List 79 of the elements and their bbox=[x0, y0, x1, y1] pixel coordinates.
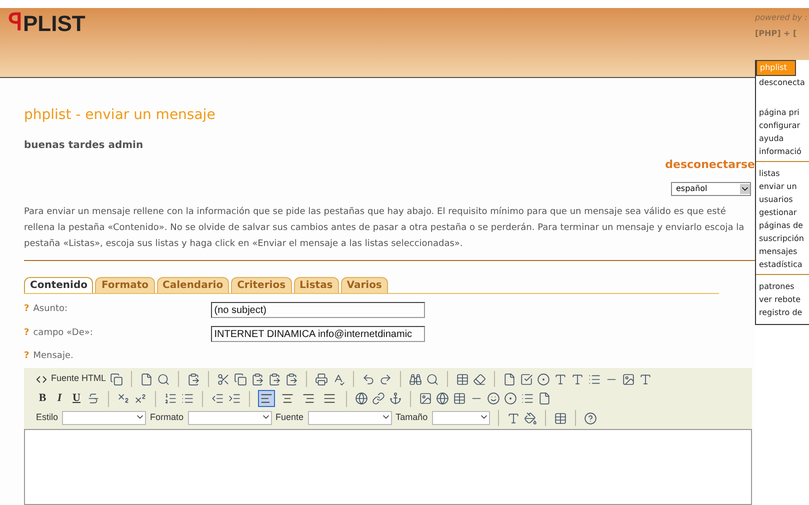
sidebar-link[interactable]: estadística bbox=[759, 258, 809, 271]
copy-icon[interactable] bbox=[234, 372, 248, 386]
sidebar-link[interactable]: ver rebote bbox=[759, 293, 809, 306]
greeting-text: buenas tardes admin bbox=[24, 139, 144, 153]
tab[interactable]: Listas bbox=[294, 276, 339, 292]
field-label: campo «De»: bbox=[33, 326, 94, 340]
align-justify-icon bbox=[323, 392, 336, 405]
logo-text: PLIST bbox=[23, 10, 86, 38]
subscript-icon[interactable] bbox=[117, 392, 130, 405]
cut-icon[interactable] bbox=[217, 372, 230, 386]
align-left-button[interactable] bbox=[258, 390, 275, 407]
tab[interactable]: Varios bbox=[340, 276, 388, 292]
format-button[interactable]: I bbox=[53, 390, 66, 407]
image-icon[interactable] bbox=[419, 392, 432, 405]
dropdown-label: Fuente bbox=[276, 411, 304, 424]
dropdown-arrow-icon bbox=[740, 184, 750, 194]
print-icon[interactable] bbox=[315, 372, 328, 386]
source-button[interactable]: Fuente HTML bbox=[36, 372, 106, 386]
smiley-icon[interactable] bbox=[487, 392, 500, 405]
format-button[interactable]: B bbox=[36, 390, 49, 407]
align-center-icon bbox=[281, 392, 294, 405]
sidebar-link[interactable]: informació bbox=[759, 145, 809, 158]
checkbox-icon[interactable] bbox=[520, 372, 534, 386]
sidebar-link[interactable]: enviar un bbox=[759, 180, 809, 193]
text-input-field[interactable]: INTERNET DINAMICA info@internetdinamic bbox=[211, 326, 426, 342]
globe-icon[interactable] bbox=[355, 392, 368, 405]
help-icon[interactable] bbox=[584, 412, 597, 424]
dropdown-label: Tamaño bbox=[396, 411, 428, 424]
sidebar-link[interactable]: registro de bbox=[759, 306, 809, 319]
undo-icon[interactable] bbox=[362, 372, 376, 386]
page-title: phplist - enviar un mensaje bbox=[24, 106, 216, 125]
code-icon bbox=[36, 374, 47, 384]
spellcheck-icon[interactable] bbox=[332, 372, 346, 386]
eraser-icon[interactable] bbox=[473, 372, 486, 386]
powered-by-tags: [PHP] + [ bbox=[755, 28, 809, 40]
copy-icon[interactable] bbox=[110, 372, 124, 386]
language-select[interactable]: español bbox=[671, 182, 751, 196]
tab[interactable]: Criterios bbox=[231, 276, 292, 292]
tab[interactable]: Contenido bbox=[24, 276, 94, 292]
tab[interactable]: Calendario bbox=[156, 276, 230, 292]
dropdown-label: Formato bbox=[150, 411, 184, 424]
strikethrough-icon[interactable] bbox=[87, 392, 100, 405]
sidebar-link[interactable]: mensajes bbox=[759, 245, 809, 258]
powered-by-text: powered by : bbox=[755, 12, 808, 24]
superscript-icon[interactable] bbox=[134, 392, 147, 405]
editor-area[interactable] bbox=[24, 429, 752, 505]
sidebar-link[interactable]: página pri bbox=[759, 106, 809, 119]
align-left-icon bbox=[260, 392, 273, 405]
sidebar-link[interactable]: desconecta bbox=[759, 76, 809, 89]
dropdown-label: Estilo bbox=[36, 411, 58, 424]
intro-paragraph: Para enviar un mensaje rellene con la información que se pide las pestañas que hay abajo. El requisito mínimo para que un mensaje sea válido es que esté rellena la pestaña «Contenido». No se olvide de salvar sus cambios antes de pasar a otra pestaña o se perderán. Para terminar un mensaje y enviarlo escoja la pestaña «Listas», escoja sus listas y haga click en «Enviar el mensaje a las listas seleccionadas». bbox=[24, 206, 746, 250]
sidebar-title: phplist bbox=[756, 60, 796, 76]
outdent-icon[interactable] bbox=[211, 392, 224, 405]
sidebar-link[interactable]: usuarios bbox=[759, 193, 809, 206]
logo-mark: ꟼ bbox=[8, 8, 23, 38]
table-icon[interactable] bbox=[453, 392, 466, 405]
sidebar-link[interactable]: suscripción bbox=[759, 232, 809, 245]
sidebar-link[interactable]: configurar bbox=[759, 119, 809, 132]
sidebar-link[interactable]: páginas de bbox=[759, 219, 809, 232]
sidebar-link[interactable]: ayuda bbox=[759, 132, 809, 145]
sidebar-link[interactable]: gestionar bbox=[759, 206, 809, 219]
text-input-field[interactable]: (no subject) bbox=[211, 302, 426, 318]
redo-icon[interactable] bbox=[379, 372, 392, 386]
anchor-icon[interactable] bbox=[389, 392, 402, 405]
field-label: Mensaje. bbox=[33, 350, 74, 362]
radio-icon[interactable] bbox=[537, 372, 550, 386]
new-page-icon[interactable] bbox=[140, 372, 154, 386]
numbered-list-icon[interactable] bbox=[164, 392, 177, 405]
text-color-icon[interactable] bbox=[506, 412, 520, 424]
paste-icon[interactable] bbox=[251, 372, 264, 386]
format-button[interactable]: U bbox=[70, 390, 83, 407]
tab[interactable]: Formato bbox=[95, 276, 155, 292]
background-color-icon[interactable] bbox=[524, 412, 537, 424]
sidebar-link[interactable]: patrones bbox=[759, 280, 809, 293]
find-icon[interactable] bbox=[409, 372, 422, 386]
sidebar-link[interactable]: listas bbox=[759, 167, 809, 180]
align-right-icon bbox=[302, 392, 315, 405]
field-label: Asunto: bbox=[33, 302, 69, 316]
indent-icon[interactable] bbox=[228, 392, 241, 405]
